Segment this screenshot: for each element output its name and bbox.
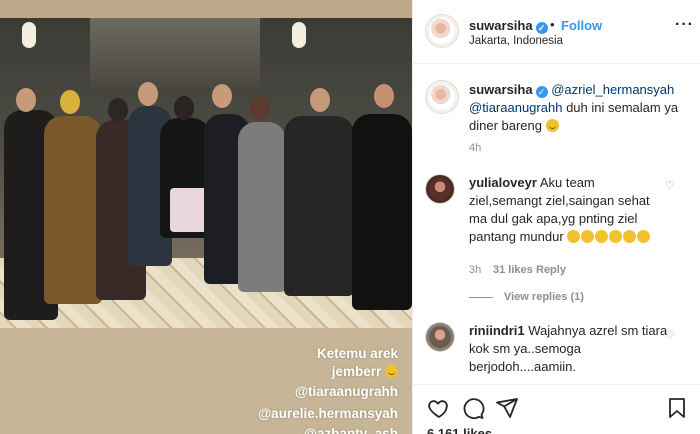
- commenter-avatar[interactable]: [425, 174, 455, 204]
- overlay-caption-line: @tiaraanugrahh: [294, 384, 398, 399]
- verified-badge-icon: ✓: [535, 86, 548, 98]
- overlay-caption-line: @azhantv_ash: [303, 426, 398, 434]
- comment-text: riniindri1 Wajahnya azrel sm tiara kok s…: [469, 323, 668, 374]
- overlay-caption-line: jemberr: [332, 364, 398, 379]
- commenter-username[interactable]: riniindri1: [469, 323, 525, 338]
- instagram-post-modal: Ketemu arek jemberr @tiaraanugrahh @aure…: [0, 0, 700, 434]
- grin-emoji-icon: [545, 119, 559, 132]
- post-media[interactable]: Ketemu arek jemberr @tiaraanugrahh @aure…: [0, 0, 412, 434]
- flexed-biceps-emoji-icon: [595, 230, 609, 243]
- author-avatar[interactable]: [425, 14, 459, 48]
- flexed-biceps-emoji-icon: [581, 230, 595, 243]
- verified-badge-icon: ✓: [535, 22, 548, 34]
- flexed-biceps-emoji-icon: [609, 230, 623, 243]
- comment-like-heart-icon[interactable]: ♡: [665, 180, 677, 192]
- caption-username[interactable]: suwarsiha: [469, 82, 533, 97]
- share-icon[interactable]: [495, 396, 519, 420]
- follow-button[interactable]: Follow: [561, 18, 602, 33]
- grin-emoji-icon: [385, 365, 398, 378]
- post-side-panel: suwarsiha ✓ • Follow Jakarta, Indonesia ·…: [412, 0, 700, 434]
- post-location[interactable]: Jakarta, Indonesia: [469, 35, 563, 47]
- overlay-caption-line: Ketemu arek: [316, 346, 398, 361]
- flexed-biceps-emoji-icon: [623, 230, 637, 243]
- commenter-avatar[interactable]: [425, 322, 455, 352]
- group-photo: [0, 18, 412, 328]
- overlay-caption-line: @aurelie.hermansyah: [258, 406, 398, 421]
- post-header: suwarsiha ✓ • Follow Jakarta, Indonesia ·…: [413, 0, 700, 64]
- caption-author-avatar[interactable]: [425, 80, 459, 114]
- comment-icon[interactable]: [461, 396, 485, 420]
- comment-text: yulialoveyr Aku team ziel,semangt ziel,s…: [469, 175, 651, 244]
- author-username[interactable]: suwarsiha ✓: [469, 18, 548, 34]
- caption-timestamp[interactable]: 4h: [469, 142, 481, 154]
- media-caption-area: Ketemu arek jemberr @tiaraanugrahh @aure…: [0, 328, 412, 434]
- caption-text: suwarsiha ✓ @azriel_hermansyah @tiaraanug…: [469, 82, 679, 133]
- media-top-strip: [0, 0, 412, 18]
- heart-icon[interactable]: [427, 396, 451, 420]
- more-horizontal-icon[interactable]: ···: [675, 16, 694, 34]
- bookmark-icon[interactable]: [665, 396, 689, 420]
- mention-link[interactable]: @tiaraanugrahh: [469, 100, 562, 115]
- view-replies-button[interactable]: View replies (1): [504, 291, 584, 303]
- comment-reply-button[interactable]: Reply: [536, 264, 566, 276]
- comment-like-heart-icon[interactable]: ♡: [665, 330, 677, 342]
- post-likes-count[interactable]: 6,161 likes: [427, 426, 492, 434]
- post-actions-bar: 6,161 likes: [413, 384, 700, 434]
- commenter-username[interactable]: yulialoveyr: [469, 175, 537, 190]
- comment-likes-count[interactable]: 31 likes: [493, 264, 533, 276]
- comment-timestamp[interactable]: 3h: [469, 264, 481, 276]
- mention-link[interactable]: @azriel_hermansyah: [551, 82, 674, 97]
- flexed-biceps-emoji-icon: [637, 230, 651, 243]
- flexed-biceps-emoji-icon: [567, 230, 581, 243]
